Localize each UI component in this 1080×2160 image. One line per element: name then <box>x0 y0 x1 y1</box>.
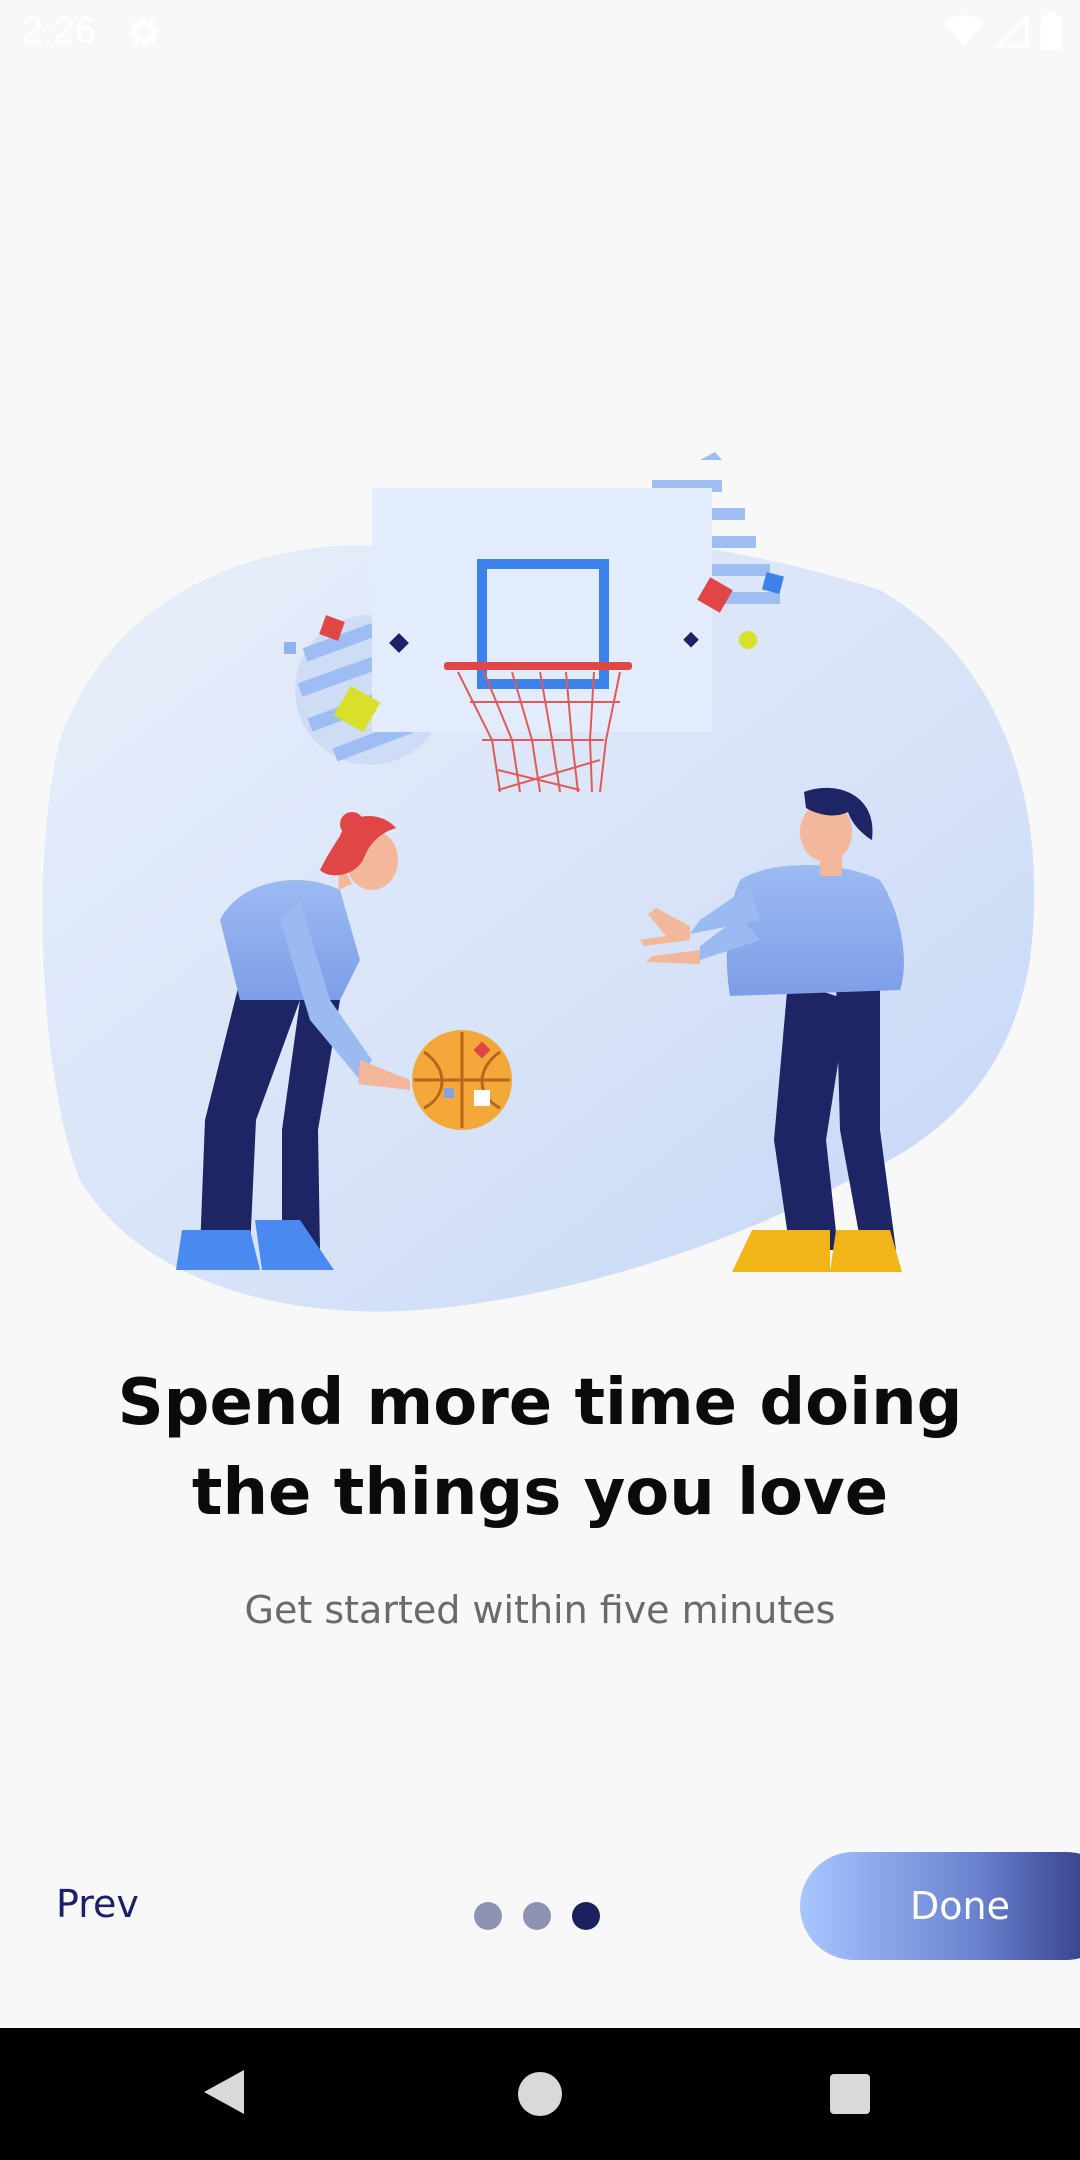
page-indicator <box>474 1902 600 1930</box>
page-dot-1[interactable] <box>474 1902 502 1930</box>
onboarding-title: Spend more time doing the things you lov… <box>117 1366 963 1530</box>
status-time: 2:26 <box>22 10 96 52</box>
status-icons <box>944 12 1062 50</box>
onboarding-subtitle: Get started within five minutes <box>244 1588 836 1632</box>
signal-icon <box>994 13 1029 48</box>
basketball-players-illustration <box>42 452 1035 1312</box>
status-bar: 2:26 <box>0 0 1080 66</box>
basketball <box>412 1030 512 1130</box>
battery-icon <box>1040 12 1062 50</box>
system-nav-bar <box>0 2028 1080 2160</box>
home-icon[interactable] <box>518 2072 562 2116</box>
page-dot-2[interactable] <box>523 1902 551 1930</box>
wifi-icon <box>944 15 984 46</box>
page-dot-3-active[interactable] <box>572 1902 600 1930</box>
onboarding-screen: 2:26 Spend more time doing the things yo… <box>0 0 1080 2160</box>
prev-button[interactable]: Prev <box>56 1882 139 1926</box>
gear-icon <box>129 17 159 47</box>
back-icon[interactable] <box>204 2070 244 2114</box>
done-button[interactable]: Done <box>800 1852 1080 1960</box>
recents-icon[interactable] <box>830 2074 870 2114</box>
